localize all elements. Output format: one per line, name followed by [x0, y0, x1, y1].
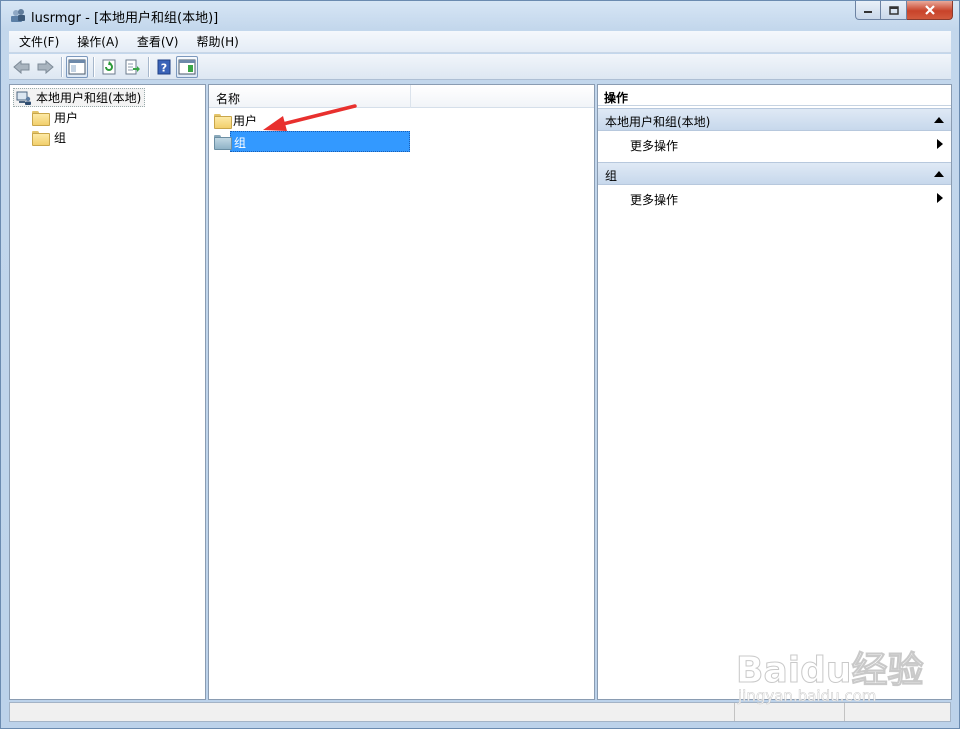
submenu-arrow-icon	[937, 193, 943, 203]
show-hide-console-tree-icon	[68, 59, 86, 74]
status-cell	[10, 703, 735, 721]
caption-buttons	[855, 1, 953, 21]
minimize-button[interactable]	[855, 1, 881, 20]
results-list-pane[interactable]: 名称 用户 组	[208, 84, 595, 700]
tree-item-groups[interactable]: 组	[32, 128, 66, 146]
actions-pane: 操作 本地用户和组(本地) 更多操作 组 更多操作	[597, 84, 952, 700]
maximize-button[interactable]	[881, 1, 907, 20]
close-button[interactable]	[907, 1, 953, 20]
show-hide-action-pane-button[interactable]	[176, 55, 198, 78]
folder-icon	[214, 134, 232, 150]
actions-section-header[interactable]: 组	[598, 162, 951, 185]
back-button[interactable]	[11, 56, 33, 78]
menu-file[interactable]: 文件(F)	[9, 33, 67, 50]
close-icon	[924, 5, 935, 15]
collapse-up-icon	[934, 117, 944, 123]
folder-icon	[214, 113, 232, 129]
section-title: 本地用户和组(本地)	[605, 115, 711, 129]
actions-section-header[interactable]: 本地用户和组(本地)	[598, 108, 951, 131]
collapse-up-icon	[934, 171, 944, 177]
submenu-arrow-icon	[937, 139, 943, 149]
folder-icon	[32, 110, 50, 126]
toolbar: ?	[9, 54, 951, 80]
folder-icon	[32, 130, 50, 146]
menu-bar: 文件(F) 操作(A) 查看(V) 帮助(H)	[9, 31, 951, 53]
menu-action[interactable]: 操作(A)	[67, 33, 127, 50]
show-hide-action-pane-icon	[178, 59, 196, 74]
toolbar-separator	[148, 56, 149, 77]
column-empty-header	[411, 85, 594, 108]
status-bar	[9, 702, 951, 722]
users-app-icon	[11, 9, 25, 22]
back-arrow-icon	[13, 59, 30, 74]
tree-root-label: 本地用户和组(本地)	[36, 91, 142, 105]
more-actions-item[interactable]: 更多操作	[598, 133, 951, 155]
forward-arrow-icon	[37, 59, 54, 74]
column-name-header[interactable]: 名称	[209, 85, 411, 108]
section-title: 组	[605, 169, 618, 183]
export-list-icon	[125, 59, 140, 74]
help-icon: ?	[157, 59, 171, 74]
list-item-groups[interactable]: 组	[214, 130, 410, 152]
action-label: 更多操作	[630, 139, 679, 153]
refresh-button[interactable]	[98, 56, 120, 78]
mmc-window: lusrmgr - [本地用户和组(本地)] 文件(F) 操作(A) 查看(V)…	[0, 0, 960, 729]
maximize-icon	[888, 5, 899, 15]
tree-item-users[interactable]: 用户	[32, 108, 78, 126]
title-bar[interactable]: lusrmgr - [本地用户和组(本地)]	[1, 1, 959, 29]
minimize-icon	[864, 11, 872, 13]
tree-item-label: 用户	[54, 110, 79, 125]
action-label: 更多操作	[630, 193, 679, 207]
toolbar-separator	[61, 56, 62, 77]
list-item-users[interactable]: 用户	[214, 110, 257, 130]
more-actions-item[interactable]: 更多操作	[598, 187, 951, 209]
window-title: lusrmgr - [本地用户和组(本地)]	[31, 11, 219, 26]
export-list-button[interactable]	[121, 56, 143, 78]
list-item-label: 用户	[233, 113, 258, 128]
tree-item-label: 组	[54, 130, 67, 145]
refresh-icon	[102, 59, 116, 74]
toolbar-separator	[93, 56, 94, 77]
help-button[interactable]: ?	[153, 56, 175, 78]
tree-root-node[interactable]: 本地用户和组(本地)	[13, 88, 146, 107]
console-tree-pane[interactable]: 本地用户和组(本地) 用户 组	[9, 84, 206, 700]
status-cell	[845, 703, 950, 721]
list-column-header: 名称	[209, 85, 594, 108]
menu-view[interactable]: 查看(V)	[127, 33, 187, 50]
list-item-label-selected: 组	[230, 130, 410, 152]
show-hide-tree-button[interactable]	[66, 55, 88, 78]
status-cell	[735, 703, 845, 721]
actions-header: 操作	[598, 85, 951, 106]
svg-text:?: ?	[161, 61, 167, 74]
forward-button[interactable]	[34, 56, 56, 78]
menu-help[interactable]: 帮助(H)	[186, 33, 246, 50]
computer-users-icon	[16, 91, 31, 105]
